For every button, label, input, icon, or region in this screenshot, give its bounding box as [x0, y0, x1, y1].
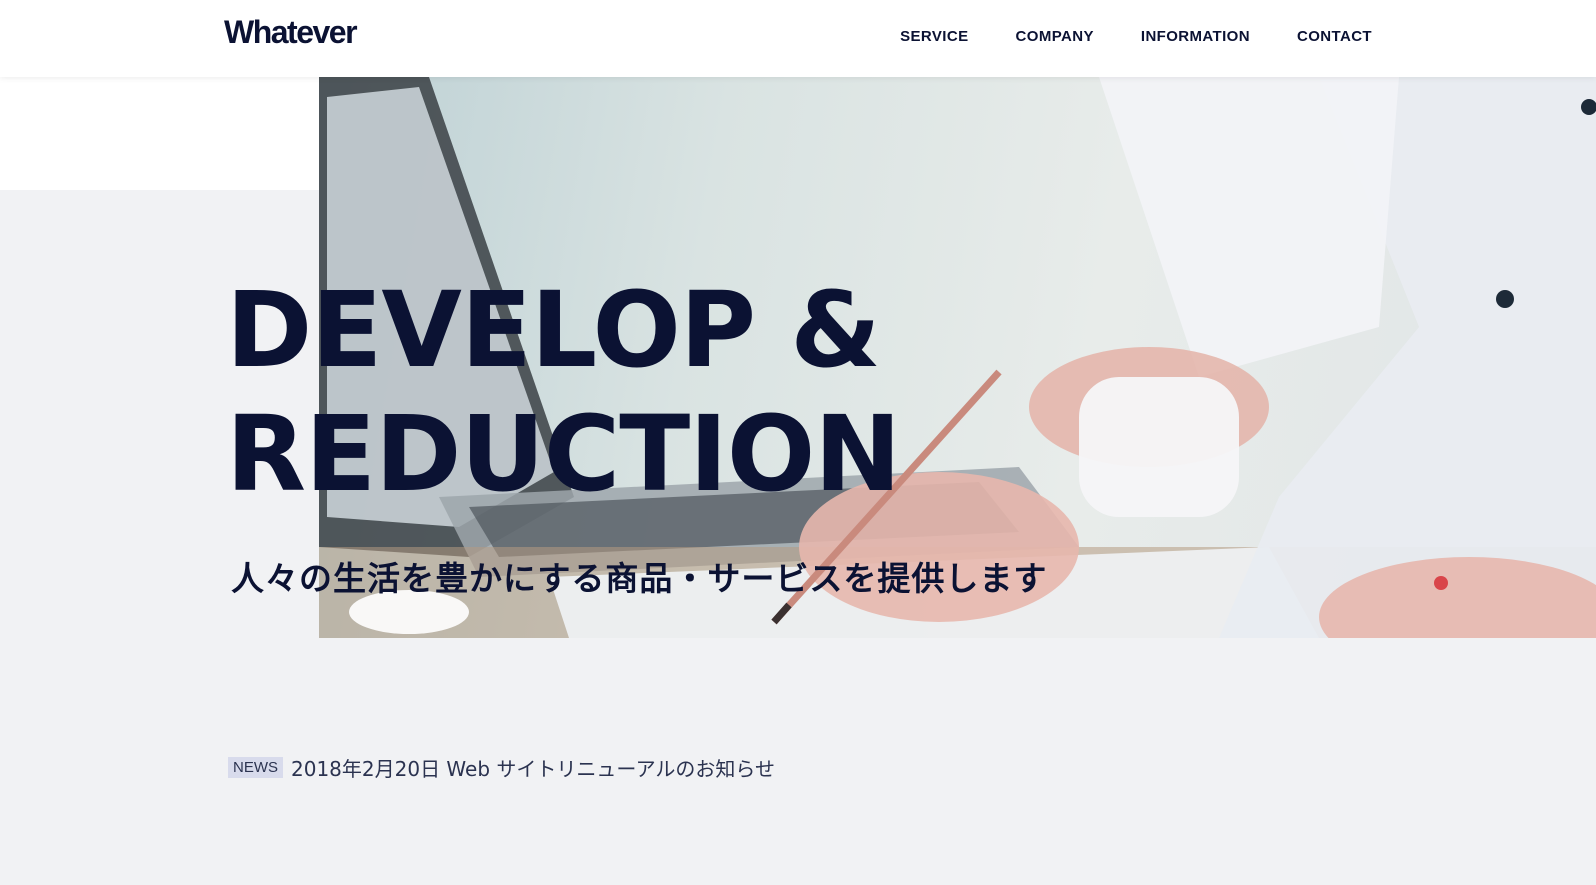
nav-company[interactable]: COMPANY — [1016, 28, 1094, 45]
nav-information[interactable]: INFORMATION — [1141, 28, 1250, 45]
hero-white-block — [0, 77, 320, 190]
news-badge: NEWS — [228, 757, 283, 778]
hero-title-line2: REDUCTION — [226, 393, 901, 515]
site-header: Whatever SERVICE COMPANY INFORMATION CON… — [0, 0, 1596, 77]
hero-title-line1: DEVELOP & — [226, 269, 881, 391]
site-logo[interactable]: Whatever — [224, 14, 358, 51]
hero-title: DEVELOP & REDUCTION — [226, 268, 901, 516]
hero-subtitle: 人々の生活を豊かにする商品・サービスを提供します — [231, 559, 1048, 598]
news-item[interactable]: NEWS 2018年2月20日 Web サイトリニューアルのお知らせ — [228, 753, 775, 782]
nav-service[interactable]: SERVICE — [900, 28, 968, 45]
nav-contact[interactable]: CONTACT — [1297, 28, 1372, 45]
main-nav: SERVICE COMPANY INFORMATION CONTACT — [900, 28, 1372, 45]
news-link[interactable]: 2018年2月20日 Web サイトリニューアルのお知らせ — [291, 753, 775, 782]
